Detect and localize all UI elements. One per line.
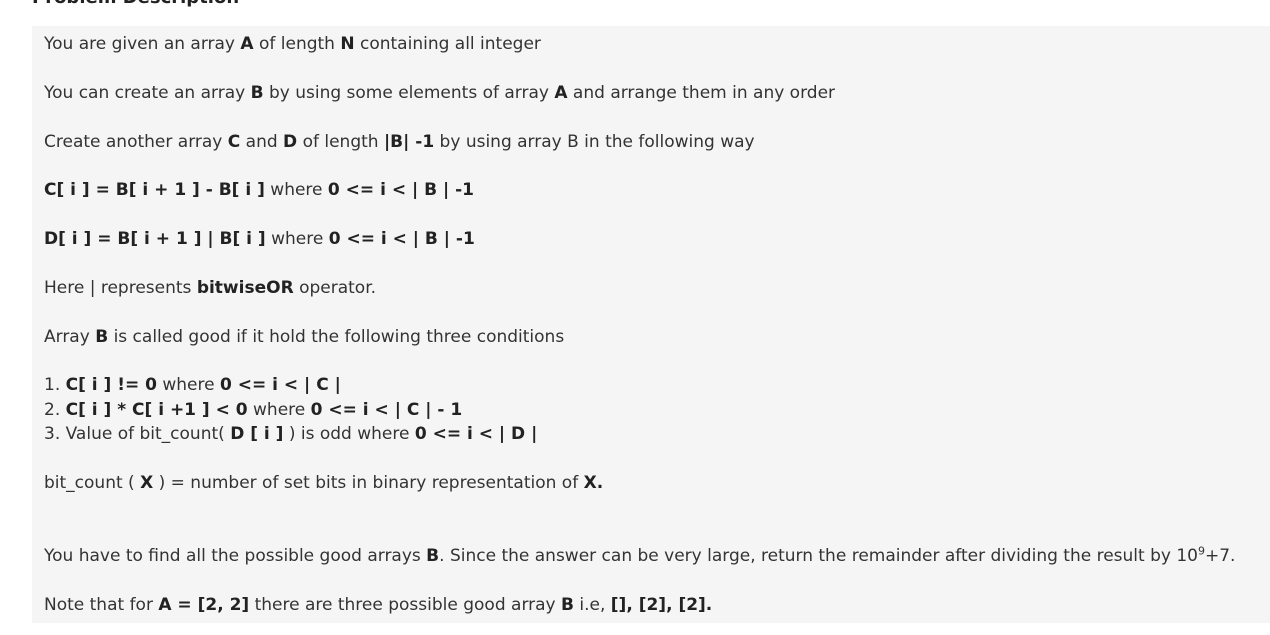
text-segment: there are three possible good array — [249, 595, 561, 615]
text-segment: where — [247, 400, 311, 420]
text-segment: ) is odd where — [283, 424, 415, 444]
bold-text: A — [240, 34, 254, 54]
bold-text: bitwiseOR — [196, 278, 294, 298]
statement-line: You are given an array A of length N con… — [44, 33, 541, 55]
text-segment: bit_count ( — [44, 473, 141, 493]
text-segment: where — [156, 375, 220, 395]
bold-text: 0 <= i < | B | -1 — [328, 229, 475, 249]
text-segment: Here | represents — [44, 278, 197, 298]
statement-line: Here | represents bitwiseOR operator. — [44, 277, 376, 299]
bold-text: [], [2], [2]. — [610, 595, 713, 615]
text-segment: Note that for — [44, 595, 159, 615]
text-segment: 1. — [44, 375, 66, 395]
section-heading: Problem Description — [32, 0, 239, 10]
text-segment: You can create an array — [44, 83, 251, 103]
text-segment: by using some elements of array — [263, 83, 555, 103]
text-segment: containing all integer — [354, 34, 541, 54]
statement-line: You have to find all the possible good a… — [44, 545, 1235, 567]
bold-text: 0 <= i < | C | — [220, 375, 341, 395]
text-segment: operator. — [293, 278, 377, 298]
bold-text: X. — [583, 473, 604, 493]
text-segment: Array — [44, 327, 96, 347]
bold-text: 0 <= i < | B | -1 — [327, 180, 474, 200]
bold-text: A — [554, 83, 568, 103]
condition-item: 3. Value of bit_count( D [ i ] ) is odd … — [44, 423, 537, 445]
formula-line: D[ i ] = B[ i + 1 ] | B[ i ] where 0 <= … — [44, 228, 475, 250]
bold-text: C[ i ] * C[ i +1 ] < 0 — [65, 400, 248, 420]
condition-item: 1. C[ i ] != 0 where 0 <= i < | C | — [44, 374, 341, 396]
text-segment: You have to find all the possible good a… — [44, 546, 427, 566]
text-segment: 2. — [44, 400, 66, 420]
statement-line: bit_count ( X ) = number of set bits in … — [44, 472, 603, 494]
text-segment: . Since the answer can be very large, re… — [439, 546, 1198, 566]
text-segment: Create another array — [44, 132, 228, 152]
text-segment: is called good if it hold the following … — [108, 327, 565, 347]
bold-text: C[ i ] != 0 — [65, 375, 157, 395]
statement-line: Array B is called good if it hold the fo… — [44, 326, 564, 348]
condition-item: 2. C[ i ] * C[ i +1 ] < 0 where 0 <= i <… — [44, 399, 462, 421]
bold-text: C[ i ] = B[ i + 1 ] - B[ i ] — [44, 180, 265, 200]
text-segment: i.e, — [573, 595, 611, 615]
text-segment: and arrange them in any order — [567, 83, 836, 103]
bold-text: B — [95, 327, 109, 347]
statement-line: Create another array C and D of length |… — [44, 131, 755, 153]
text-segment: by using array B in the following way — [434, 132, 755, 152]
formula-line: C[ i ] = B[ i + 1 ] - B[ i ] where 0 <= … — [44, 179, 474, 201]
bold-text: B — [426, 546, 440, 566]
text-segment: You are given an array — [44, 34, 241, 54]
bold-text: 0 <= i < | C | - 1 — [310, 400, 463, 420]
bold-text: B — [250, 83, 264, 103]
bold-text: D — [283, 132, 298, 152]
bold-text: C — [227, 132, 241, 152]
bold-text: B — [561, 595, 574, 615]
text-segment: of length — [253, 34, 341, 54]
bold-text: X — [140, 473, 154, 493]
text-segment: ) = number of set bits in binary represe… — [153, 473, 584, 493]
bold-text: 0 <= i < | D | — [414, 424, 538, 444]
superscript-text: 9 — [1197, 544, 1205, 558]
bold-text: A = [2, 2] — [158, 595, 250, 615]
statement-line: You can create an array B by using some … — [44, 82, 835, 104]
text-segment: and — [240, 132, 284, 152]
statement-line: Note that for A = [2, 2] there are three… — [44, 594, 712, 616]
text-segment: +7. — [1204, 546, 1236, 566]
text-segment: where — [265, 229, 329, 249]
text-segment: of length — [297, 132, 384, 152]
text-segment: 3. Value of bit_count( — [44, 424, 231, 444]
bold-text: D[ i ] = B[ i + 1 ] | B[ i ] — [44, 229, 266, 249]
text-segment: where — [264, 180, 328, 200]
bold-text: D [ i ] — [230, 424, 284, 444]
bold-text: N — [340, 34, 355, 54]
bold-text: |B| -1 — [383, 132, 435, 152]
problem-description-panel: You are given an array A of length N con… — [32, 26, 1270, 623]
